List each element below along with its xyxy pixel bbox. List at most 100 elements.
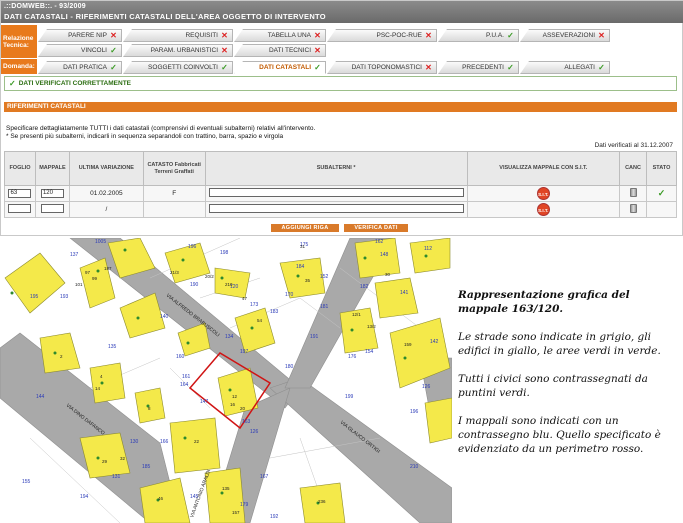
section-title: RIFERIMENTI CATASTALI [4,102,677,112]
caption-paragraph: Le strade sono indicate in grigio, gli e… [458,331,661,357]
tab-allegati[interactable]: ALLEGATI ✓ [520,61,610,74]
parcel-number: 140 [160,314,169,320]
error-icon: ✕ [598,31,605,40]
parcel-number: 192 [270,514,279,520]
catasto-cell: F [142,185,206,202]
error-icon: ✕ [425,63,432,72]
col-mappale: MAPPALE [34,151,70,186]
variazione-cell: / [68,201,144,218]
tab-requisiti[interactable]: REQUISITI ✕ [123,29,233,42]
verified-date: Dati verificati al 31.12.2007 [594,142,673,149]
error-icon: ✕ [314,46,321,55]
building [39,332,81,374]
parcel-number: 134 [225,334,234,340]
parcel-number: 126 [250,429,259,435]
tab-dati-pratica[interactable]: DATI PRATICA ✓ [38,61,122,74]
civic-number: 35 [305,278,311,283]
civic-number: 20/2 [205,274,214,279]
parcel-number: 184 [296,264,305,270]
civic-number: 32 [120,456,126,461]
trash-icon[interactable] [629,204,637,213]
parcel-number: 193 [60,294,69,300]
sit-map-button[interactable]: S.I.T. [536,203,550,216]
mappale-input[interactable] [40,204,64,213]
subalterni-input[interactable] [208,188,464,197]
civic-number: 16 [230,402,236,407]
mappale-input[interactable]: 120 [40,189,64,198]
building [424,397,452,444]
parcel-number: 130 [130,439,139,445]
error-icon: ✕ [314,31,321,40]
relazione-tecnica-label: Relazione Tecnica: [1,25,37,58]
civic-number: 29 [102,459,108,464]
civic-number: 101 [75,282,83,287]
instructions: Specificare dettagliatamente TUTTI i dat… [6,125,316,140]
title-bar: .::DOMWEB::. - 93/2009 DATI CATASTALI - … [1,1,683,23]
col-catasto: CATASTO Fabbricati Terreni Graffati [142,151,206,186]
tab-parere-nip[interactable]: PARERE NIP ✕ [38,29,122,42]
parcel-number: 144 [36,394,45,400]
civic-number: 187 [104,266,112,271]
caption-paragraph: Tutti i civici sono contrassegnati da pu… [458,373,648,399]
street-via-ortigi [269,377,452,523]
parcel-number: 131 [112,474,121,480]
parcel-number: 142 [430,339,439,345]
civic-number: 22 [194,439,200,444]
catasto-cell [142,201,206,218]
tab-dati-catastali[interactable]: DATI CATASTALI ✓ [234,61,326,74]
error-icon: ✕ [221,46,228,55]
sit-map-button[interactable]: S.I.T. [536,187,550,200]
civic-number: 12/1 [352,312,361,317]
cadastral-map[interactable]: VIA ALFREDO BRABUSCOLI VIA DINO DAFANCO … [0,238,452,523]
tab-tabella-una[interactable]: TABELLA UNA ✕ [234,29,326,42]
parcel-number: 126 [422,384,431,390]
tab-param-urbanistici[interactable]: PARAM. URBANISTICI ✕ [123,44,233,57]
parcel-number: 152 [320,274,329,280]
parcel-number: 185 [142,464,151,470]
parcel-number: 170 [285,292,294,298]
parcel-number: 164 [180,382,189,388]
parcel-number: 196 [188,244,197,250]
civic-number: 13/2 [367,324,376,329]
tab-precedenti[interactable]: PRECEDENTI ✓ [438,61,519,74]
tab-dati-tecnici[interactable]: DATI TECNICI ✕ [234,44,326,57]
parcel-number: 198 [220,250,229,256]
tab-soggetti-coinvolti[interactable]: SOGGETTI COINVOLTI ✓ [123,61,233,74]
tab-psc-poc-rue[interactable]: PSC-POC-RUE ✕ [327,29,437,42]
tab-pua[interactable]: P.U.A. ✓ [438,29,519,42]
foglio-input[interactable]: 63 [8,189,32,198]
parcel-number: 166 [160,439,169,445]
parcel-number: 154 [365,349,374,355]
tab-asseverazioni[interactable]: ASSEVERAZIONI ✕ [520,29,610,42]
civic-number: 135 [222,486,230,491]
caption-title: Rappresentazione grafica del mappale 163… [458,289,630,315]
table-row: 63 120 01.02.2005 F S.I.T. ✓ [4,185,677,202]
foglio-input[interactable] [8,204,32,213]
civic-number: 47 [242,296,248,301]
parcel-number: 135 [108,344,117,350]
parcel-number: 167 [260,474,269,480]
stato-cell: ✓ [646,185,677,202]
subalterni-input[interactable] [208,204,464,213]
parcel-number: 155 [22,479,31,485]
civic-number: 157 [232,510,240,515]
stato-cell [646,201,677,218]
caption-paragraph: I mappali sono indicati con un contrasse… [458,415,661,455]
tab-dati-toponomastici[interactable]: DATI TOPONOMASTICI ✕ [327,61,437,74]
trash-icon[interactable] [629,188,637,197]
parcel-number: 161 [182,374,191,380]
tab-vincoli[interactable]: VINCOLI ✓ [38,44,122,57]
civic-number: 12 [232,394,238,399]
error-icon: ✕ [425,31,432,40]
verify-button[interactable]: VERIFICA DATI [344,224,408,232]
civic-number: 21/3 [170,270,179,275]
parcel-number: 195 [30,294,39,300]
parcel-number: 197 [240,349,249,355]
parcel-number: 183 [270,309,279,315]
parcel-number: 147 [200,399,209,405]
verified-banner: ✓ DATI VERIFICATI CORRETTAMENTE [4,76,677,91]
civic-number: 210 [225,282,233,287]
col-stato: STATO [646,151,677,186]
add-row-button[interactable]: AGGIUNGI RIGA [271,224,339,232]
variazione-cell: 01.02.2005 [68,185,144,202]
